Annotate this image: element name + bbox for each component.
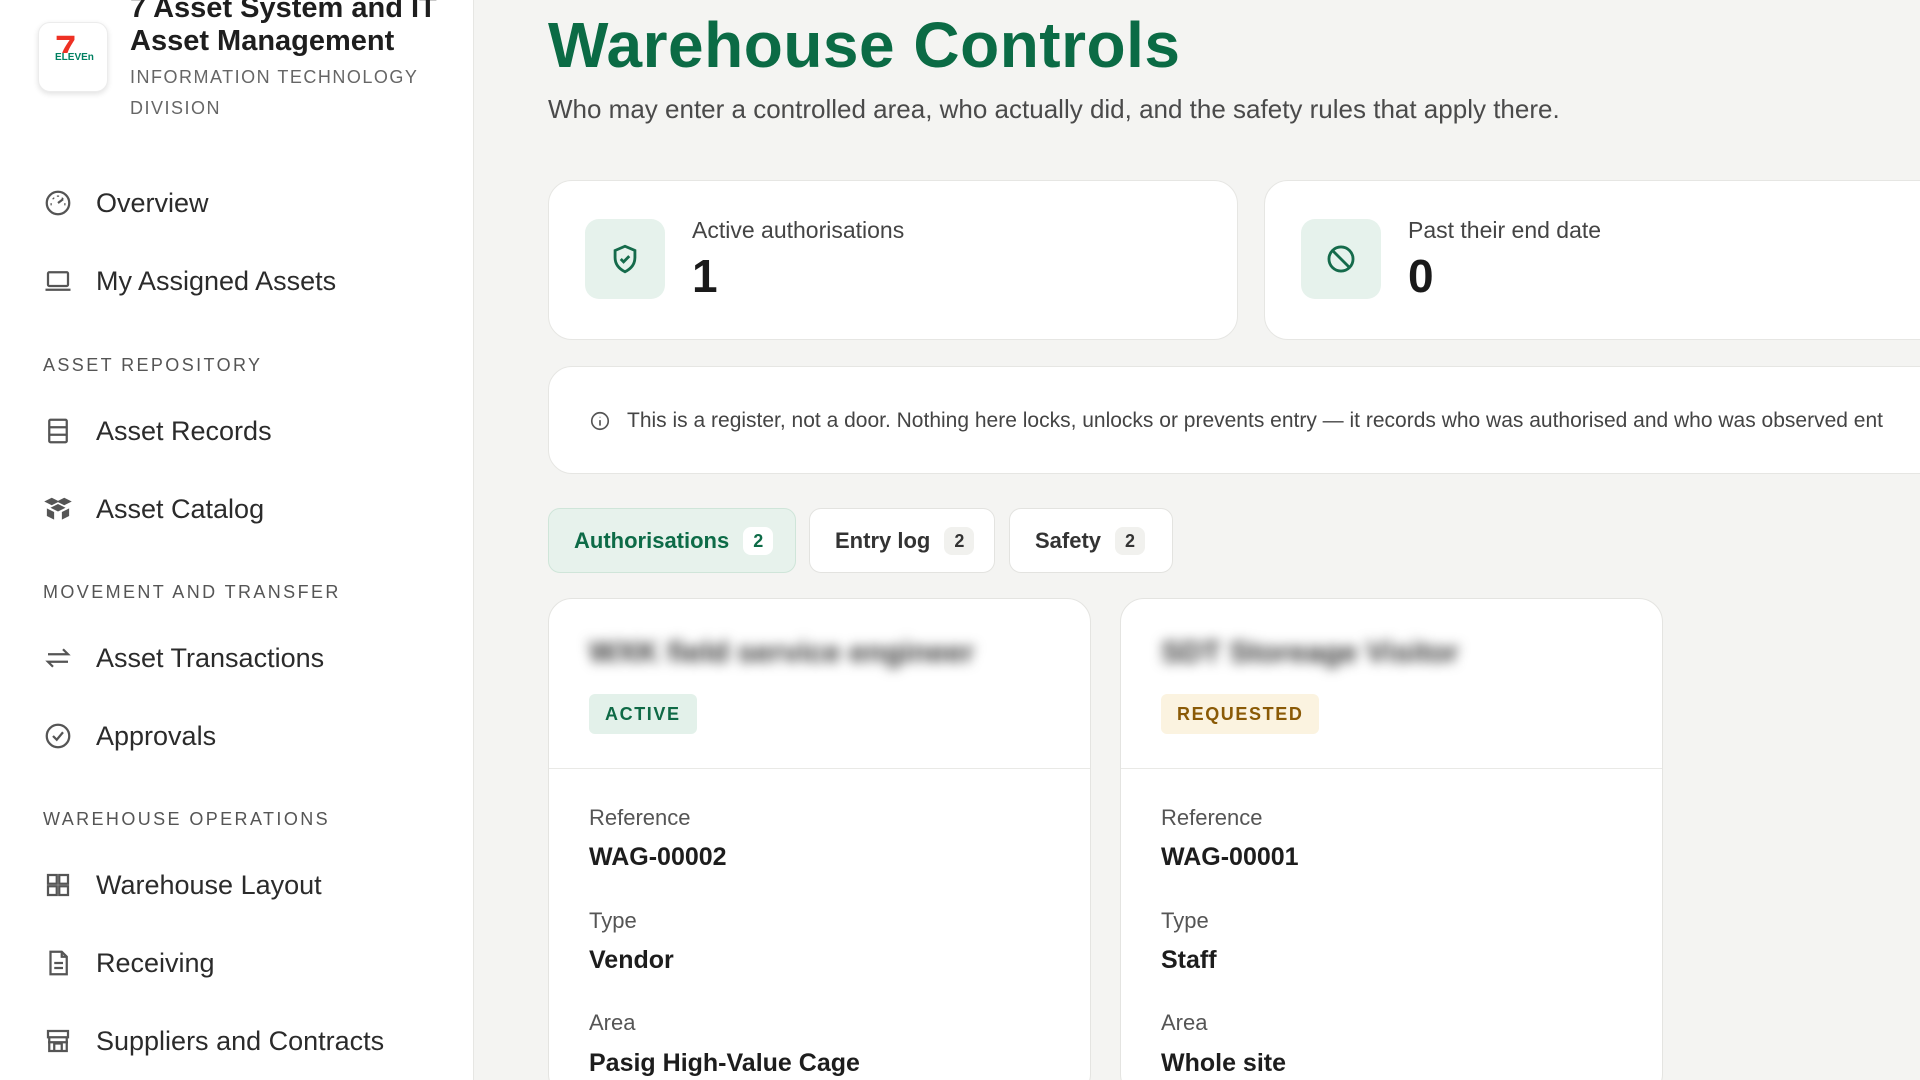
area-value: Pasig High-Value Cage — [589, 1049, 860, 1077]
sidebar-item-label: Suppliers and Contracts — [96, 1025, 385, 1056]
logo-eleven: ELEVEn — [54, 52, 95, 63]
sidebar-item-warehouse-layout[interactable]: Warehouse Layout — [42, 860, 442, 910]
reference-value: WAG-00001 — [1161, 843, 1299, 871]
type-value: Staff — [1161, 946, 1217, 974]
sidebar-item-label: Warehouse Layout — [96, 869, 322, 900]
sidebar-item-asset-catalog[interactable]: Asset Catalog — [42, 484, 442, 534]
area-value: Whole site — [1161, 1049, 1287, 1077]
stat-card-past-end-date: Past their end date 0 — [1264, 180, 1920, 340]
check-circle-icon — [42, 720, 74, 752]
sidebar-item-suppliers-and-contracts[interactable]: Suppliers and Contracts — [42, 1016, 442, 1066]
tab-count-badge: 2 — [743, 526, 774, 555]
card-header: SDT Storeage Visitor REQUESTED — [1121, 599, 1662, 769]
sidebar-item-label: Asset Transactions — [96, 642, 325, 673]
notice-text: This is a register, not a door. Nothing … — [627, 409, 1883, 432]
tab-label: Authorisations — [574, 527, 730, 553]
reference-label: Reference — [589, 805, 691, 830]
records-icon — [42, 415, 74, 447]
sidebar-item-label: Asset Records — [96, 415, 272, 446]
grid-layout-icon — [42, 869, 74, 901]
app-title: 7 Asset System and IT Asset Management — [130, 0, 437, 57]
nav-section-asset-repository: Asset Repository — [43, 355, 263, 375]
area-label: Area — [1161, 1010, 1208, 1035]
type-label: Type — [1161, 908, 1209, 933]
document-icon — [42, 947, 74, 979]
seven-eleven-logo[interactable]: 7 ELEVEn — [38, 22, 108, 92]
dashboard-gauge-icon — [42, 187, 74, 219]
reference-value: WAG-00002 — [589, 843, 727, 871]
stat-value: 0 — [1408, 250, 1434, 302]
app-subtitle: Information Technology Division — [130, 67, 419, 118]
sidebar-item-asset-records[interactable]: Asset Records — [42, 406, 442, 456]
authorisation-card[interactable]: SDT Storeage Visitor REQUESTED Reference… — [1120, 598, 1663, 1080]
brand: 7 ELEVEn 7 Asset System and IT Asset Man… — [38, 0, 458, 130]
laptop-icon — [42, 265, 74, 297]
tab-count-badge: 2 — [944, 526, 975, 555]
holder-name: WXK field service engineer — [589, 636, 975, 669]
status-badge: REQUESTED — [1161, 694, 1320, 734]
card-header: WXK field service engineer ACTIVE — [549, 599, 1090, 769]
shield-check-icon — [585, 219, 665, 299]
stat-label: Active authorisations — [692, 217, 905, 243]
register-notice: This is a register, not a door. Nothing … — [548, 366, 1920, 474]
stat-card-active-authorisations: Active authorisations 1 — [548, 180, 1238, 340]
tab-entry-log[interactable]: Entry log 2 — [809, 508, 995, 573]
holder-name: SDT Storeage Visitor — [1161, 636, 1459, 669]
stat-label: Past their end date — [1408, 217, 1602, 243]
tab-label: Entry log — [835, 527, 931, 553]
store-icon — [42, 1025, 74, 1057]
tab-count-badge: 2 — [1115, 526, 1146, 555]
sidebar-item-overview[interactable]: Overview — [42, 178, 442, 228]
page-title: Warehouse Controls — [548, 9, 1181, 81]
status-badge: ACTIVE — [589, 694, 697, 734]
type-label: Type — [589, 908, 637, 933]
transfer-arrows-icon — [42, 642, 74, 674]
ban-icon — [1301, 219, 1381, 299]
main-content: Warehouse Controls Who may enter a contr… — [474, 0, 1920, 1080]
sidebar-item-label: Overview — [96, 187, 209, 218]
tab-authorisations[interactable]: Authorisations 2 — [548, 508, 796, 573]
type-value: Vendor — [589, 946, 674, 974]
sidebar-item-approvals[interactable]: Approvals — [42, 711, 442, 761]
sidebar-item-asset-transactions[interactable]: Asset Transactions — [42, 633, 442, 683]
sidebar-item-label: My Assigned Assets — [96, 265, 337, 296]
logo-seven: 7 — [55, 29, 77, 71]
sidebar-item-my-assigned-assets[interactable]: My Assigned Assets — [42, 256, 442, 306]
sidebar-item-receiving[interactable]: Receiving — [42, 938, 442, 988]
area-label: Area — [589, 1010, 636, 1035]
stat-value: 1 — [692, 250, 718, 302]
nav-section-movement: Movement and Transfer — [43, 582, 341, 602]
boxes-icon — [42, 493, 74, 525]
page-subtitle: Who may enter a controlled area, who act… — [548, 94, 1560, 124]
nav-section-warehouse-operations: Warehouse Operations — [43, 809, 331, 829]
sidebar-item-label: Receiving — [96, 947, 215, 978]
info-icon — [589, 410, 611, 432]
tab-label: Safety — [1035, 527, 1102, 553]
tab-safety[interactable]: Safety 2 — [1009, 508, 1173, 573]
reference-label: Reference — [1161, 805, 1263, 830]
sidebar-item-label: Approvals — [96, 720, 217, 751]
authorisation-card[interactable]: WXK field service engineer ACTIVE Refere… — [548, 598, 1091, 1080]
sidebar: 7 ELEVEn 7 Asset System and IT Asset Man… — [0, 0, 474, 1080]
sidebar-item-label: Asset Catalog — [96, 493, 265, 524]
